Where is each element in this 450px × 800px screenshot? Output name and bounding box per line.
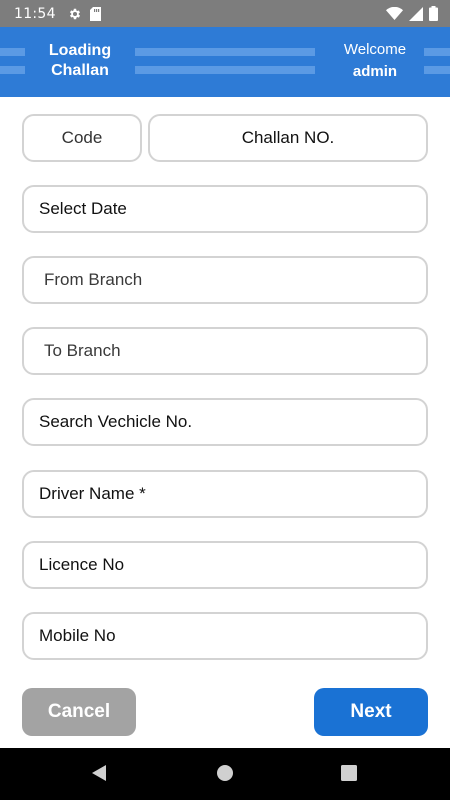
header-stripe xyxy=(0,66,25,74)
gear-icon xyxy=(68,7,82,21)
select-date-label: Select Date xyxy=(39,199,127,218)
system-nav-bar xyxy=(0,748,450,800)
cancel-button[interactable]: Cancel xyxy=(22,688,136,736)
code-field-label: Code xyxy=(61,128,103,147)
licence-no-input[interactable]: Licence No xyxy=(22,541,428,589)
header-stripe xyxy=(135,66,315,74)
header-stripe xyxy=(424,48,450,56)
page-title-line1: Loading xyxy=(48,42,112,59)
mobile-no-input[interactable]: Mobile No xyxy=(22,612,428,660)
vehicle-search-input[interactable]: Search Vechicle No. xyxy=(22,398,428,446)
header-stripe xyxy=(424,66,450,74)
licence-no-placeholder: Licence No xyxy=(39,555,125,574)
welcome-block: Welcome admin xyxy=(330,39,420,83)
to-branch-dropdown[interactable]: To Branch xyxy=(22,327,428,375)
wifi-icon xyxy=(386,7,403,20)
back-icon[interactable] xyxy=(90,764,108,787)
next-button[interactable]: Next xyxy=(314,688,428,736)
driver-name-input[interactable]: Driver Name * xyxy=(22,470,428,518)
welcome-label: Welcome xyxy=(343,41,407,58)
code-field[interactable]: Code xyxy=(22,114,142,162)
header-stripe xyxy=(135,48,315,56)
user-name: admin xyxy=(352,63,398,80)
page-title-line2: Challan xyxy=(51,62,109,79)
signal-icon xyxy=(409,6,423,21)
header-stripe xyxy=(0,48,25,56)
page-title: Loading Challan xyxy=(30,41,130,81)
recents-icon[interactable] xyxy=(340,764,358,787)
from-branch-label: From Branch xyxy=(44,270,143,289)
challan-no-field[interactable]: Challan NO. xyxy=(148,114,428,162)
status-time: 11:54 xyxy=(14,5,56,22)
select-date-field[interactable]: Select Date xyxy=(22,185,428,233)
from-branch-dropdown[interactable]: From Branch xyxy=(22,256,428,304)
to-branch-label: To Branch xyxy=(44,341,121,360)
battery-icon xyxy=(429,6,438,21)
driver-name-placeholder: Driver Name * xyxy=(39,484,146,503)
home-icon[interactable] xyxy=(216,764,234,787)
challan-no-label: Challan NO. xyxy=(241,128,335,147)
app-header: Loading Challan Welcome admin xyxy=(0,27,450,97)
mobile-no-placeholder: Mobile No xyxy=(39,626,116,645)
vehicle-search-placeholder: Search Vechicle No. xyxy=(39,412,193,431)
sd-card-icon xyxy=(89,6,101,21)
status-bar: 11:54 xyxy=(0,0,450,27)
loading-challan-screen: 11:54 Loading Challan Welcome admin Code… xyxy=(0,0,450,800)
